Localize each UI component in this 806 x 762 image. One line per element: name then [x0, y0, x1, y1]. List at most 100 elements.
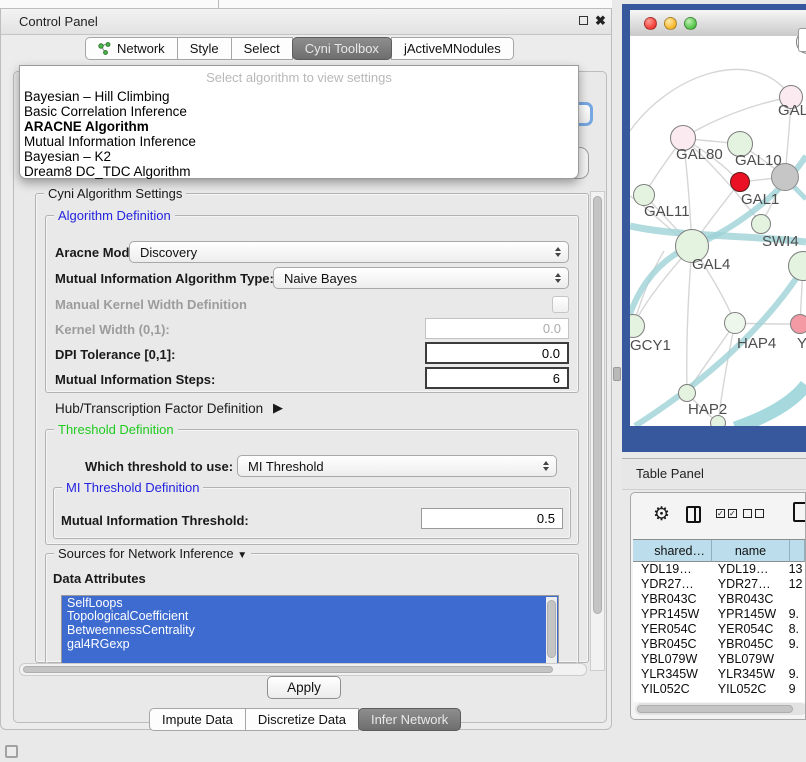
table-horizontal-scrollbar-thumb[interactable] [637, 705, 793, 713]
column-header-name[interactable]: name [712, 540, 790, 562]
settings-vertical-scrollbar[interactable] [590, 191, 605, 671]
tab-style[interactable]: Style [177, 37, 232, 60]
algorithm-dropdown: Select algorithm to view settings Bayesi… [19, 65, 579, 179]
network-canvas[interactable]: GAL GAL80 GAL10 GAL1 GAL11 SWI4 GAL4 GCY… [630, 36, 806, 426]
table-row[interactable]: YBR043CYBR043C [633, 592, 805, 607]
hub-section-label[interactable]: Hub/Transcription Factor Definition [55, 401, 263, 416]
mi-steps-field[interactable]: 6 [425, 367, 569, 389]
tab-discretize-data[interactable]: Discretize Data [245, 708, 359, 731]
network-view-titlebar[interactable] [630, 10, 806, 37]
settings-gear-icon[interactable]: ⚙ [653, 503, 670, 526]
attr-list-scrollbar[interactable] [546, 597, 557, 664]
select-all-checkboxes-icon[interactable]: ✓ ✓ [716, 509, 737, 518]
dpi-tolerance-field[interactable]: 0.0 [425, 342, 569, 364]
mi-threshold-field[interactable]: 0.5 [421, 508, 563, 529]
sources-legend[interactable]: Sources for Network Inference ▼ [54, 546, 251, 561]
node-label-swi4: SWI4 [762, 233, 799, 250]
mi-steps-label: Mutual Information Steps: [55, 372, 215, 387]
table-panel-header[interactable]: Table Panel [622, 458, 806, 490]
zoom-traffic-light[interactable] [684, 17, 697, 30]
list-item-topologicalcoefficient[interactable]: TopologicalCoefficient [62, 610, 558, 624]
table-body: YDL19…YDL19…13 YDR27…YDR27…12 YBR043CYBR… [633, 562, 805, 697]
table-row[interactable]: YDL19…YDL19…13 [633, 562, 805, 577]
table-horizontal-scrollbar[interactable] [635, 703, 806, 715]
control-panel-window: Control Panel ✖ Network Style [0, 8, 612, 730]
attr-list-scrollbar-thumb[interactable] [547, 600, 556, 658]
new-table-icon[interactable] [793, 502, 806, 522]
tab-cyni-toolbox[interactable]: Cyni Toolbox [292, 37, 392, 60]
dpi-tolerance-label: DPI Tolerance [0,1]: [55, 347, 175, 362]
node-label-gal10: GAL10 [735, 152, 782, 169]
kernel-width-field: 0.0 [425, 318, 569, 339]
dropdown-item-dream8[interactable]: Dream8 DC_TDC Algorithm [24, 164, 191, 179]
manual-kernel-label: Manual Kernel Width Definition [55, 297, 247, 312]
dropdown-item-mutual-information[interactable]: Mutual Information Inference [24, 134, 196, 149]
list-item-partial[interactable] [62, 650, 558, 664]
node-label-hap4: HAP4 [737, 335, 776, 352]
node-label-gal4: GAL4 [692, 256, 730, 273]
control-panel-titlebar[interactable]: Control Panel ✖ [1, 9, 611, 35]
dropdown-item-bayesian-hill-climbing[interactable]: Bayesian – Hill Climbing [24, 89, 170, 104]
node-salmon[interactable] [790, 314, 806, 334]
table-row[interactable]: YBR045CYBR045C9. [633, 637, 805, 652]
node-gal1[interactable] [730, 172, 750, 192]
tab-impute-data-label: Impute Data [162, 712, 233, 727]
node-label-gal1: GAL1 [741, 191, 779, 208]
algorithm-definition-legend: Algorithm Definition [54, 208, 175, 223]
dropdown-item-aracne[interactable]: ARACNE Algorithm [24, 119, 149, 134]
tab-style-label: Style [190, 41, 219, 56]
node-label-hap2: HAP2 [688, 401, 727, 418]
which-threshold-combo[interactable]: MI Threshold [237, 455, 557, 477]
tab-jactivemnodules[interactable]: jActiveMNodules [391, 37, 514, 60]
tab-select[interactable]: Select [231, 37, 293, 60]
table-row[interactable]: YLR345WYLR345W9. [633, 667, 805, 682]
table-row[interactable]: YPR145WYPR145W9. [633, 607, 805, 622]
panel-splitter-handle[interactable] [613, 367, 621, 381]
control-panel-title: Control Panel [19, 14, 98, 29]
sources-collapse-arrow-icon[interactable]: ▼ [237, 550, 247, 561]
adjacent-window-fragment [798, 28, 806, 52]
tab-cyni-toolbox-label: Cyni Toolbox [305, 41, 379, 56]
list-item-betweennesscentrality[interactable]: BetweennessCentrality [62, 623, 558, 637]
table-row[interactable]: YBL079WYBL079W [633, 652, 805, 667]
float-window-icon[interactable] [579, 16, 588, 25]
node-label-gal80: GAL80 [676, 146, 723, 163]
apply-button[interactable]: Apply [267, 676, 341, 699]
tab-infer-network[interactable]: Infer Network [358, 708, 461, 731]
close-traffic-light[interactable] [644, 17, 657, 30]
list-item-gal4rgexp[interactable]: gal4RGexp [62, 637, 558, 651]
table-row[interactable]: YDR27…YDR27…12 [633, 577, 805, 592]
close-window-icon[interactable]: ✖ [595, 15, 606, 27]
network-view-window[interactable]: GAL GAL80 GAL10 GAL1 GAL11 SWI4 GAL4 GCY… [622, 4, 806, 452]
column-header-partial[interactable] [790, 540, 805, 562]
aracne-mode-combo[interactable]: Discovery [129, 241, 569, 263]
hub-expand-arrow-icon[interactable]: ▶ [273, 400, 283, 416]
deselect-all-checkboxes-icon[interactable] [743, 509, 764, 518]
list-item-selfloops[interactable]: SelfLoops [62, 596, 558, 610]
minimize-traffic-light[interactable] [664, 17, 677, 30]
mi-threshold-label: Mutual Information Threshold: [61, 513, 249, 528]
dropdown-item-basic-correlation[interactable]: Basic Correlation Inference [24, 104, 187, 119]
data-attributes-list[interactable]: SelfLoops TopologicalCoefficient Between… [61, 595, 559, 666]
columns-icon[interactable] [686, 506, 701, 523]
settings-horizontal-scrollbar[interactable] [19, 663, 587, 676]
tab-infer-network-label: Infer Network [371, 712, 448, 727]
tab-impute-data[interactable]: Impute Data [149, 708, 246, 731]
node-hap2[interactable] [678, 384, 696, 402]
node-hap4[interactable] [724, 312, 746, 334]
settings-vertical-scrollbar-thumb[interactable] [593, 196, 602, 614]
minimized-panel-button[interactable] [5, 745, 18, 758]
column-header-shared-name[interactable]: shared… [633, 540, 712, 562]
application-screen: Control Panel ✖ Network Style [0, 0, 806, 762]
settings-horizontal-scrollbar-thumb[interactable] [23, 666, 553, 673]
node-swi4[interactable] [751, 214, 771, 234]
manual-kernel-checkbox[interactable] [552, 296, 569, 313]
table-row[interactable]: YER054CYER054C8. [633, 622, 805, 637]
network-icon [98, 42, 111, 55]
mi-type-combo[interactable]: Naive Bayes [273, 267, 569, 289]
tab-select-label: Select [244, 41, 280, 56]
dropdown-item-bayesian-k2[interactable]: Bayesian – K2 [24, 149, 111, 164]
sources-legend-text: Sources for Network Inference [58, 546, 234, 561]
table-row[interactable]: YIL052CYIL052C9 [633, 682, 805, 697]
tab-network[interactable]: Network [85, 37, 178, 60]
